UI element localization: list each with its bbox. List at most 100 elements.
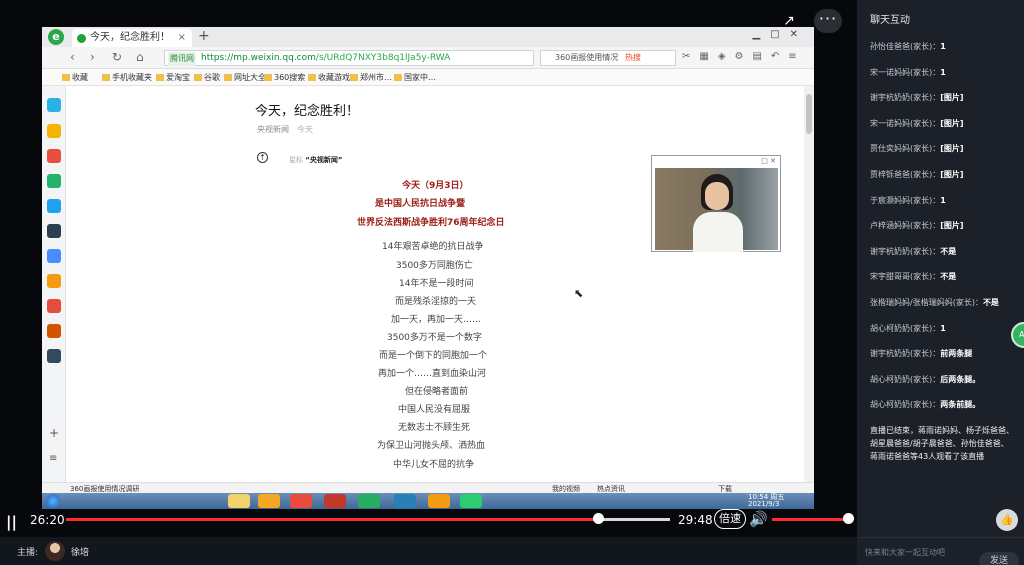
article-line: 为保卫山河抛头颅、洒热血 [377, 441, 486, 451]
chat-user[interactable]: 孙怡佳爸爸(家长)： [870, 42, 940, 51]
app-root: ↗ ··· e 今天，纪念胜利！ × + ▁□✕ ‹ › ↻ ⌂ 腾讯网 htt… [0, 0, 1024, 565]
chat-user[interactable]: 贾梓铄爸爸(家长)： [870, 170, 940, 179]
webcam-controls[interactable]: □ ✕ [652, 156, 780, 166]
bookmark-item[interactable]: 收藏 [62, 72, 88, 83]
presenter [693, 174, 743, 252]
player-controls: || 26:20 29:48 倍速 🔊 [0, 505, 857, 535]
browser-search-box[interactable]: 360画报使用情况 热搜 [540, 50, 676, 66]
sidebar-app-icon[interactable] [47, 174, 61, 188]
chat-user[interactable]: 谢宇杭奶奶(家长)： [870, 349, 940, 358]
browser-tab-title: 今天，纪念胜利！ [90, 32, 170, 43]
chat-user[interactable]: 谢宇杭奶奶(家长)： [870, 93, 940, 102]
chat-user[interactable]: 胡心柯奶奶(家长)： [870, 375, 940, 384]
progress-fill [66, 518, 600, 521]
speed-button[interactable]: 倍速 [714, 509, 746, 529]
video-area[interactable]: ↗ ··· e 今天，纪念胜利！ × + ▁□✕ ‹ › ↻ ⌂ 腾讯网 htt… [0, 0, 857, 537]
volume-bar[interactable] [772, 518, 848, 521]
host-bar: 主播: 徐培 [0, 537, 857, 565]
chat-panel: 聊天互动 孙怡佳爸爸(家长)：1 宋一诺妈妈(家长)：1 谢宇杭奶奶(家长)：[图片… [857, 0, 1024, 565]
refresh-icon[interactable]: ↻ [112, 50, 122, 64]
sidebar-app-icon[interactable] [47, 149, 61, 163]
sidebar-app-icon[interactable] [47, 199, 61, 213]
chat-text: 两条前腿。 [940, 400, 981, 410]
bookmark-item[interactable]: 网址大全 [224, 72, 266, 83]
menu-icon[interactable]: ≡ [49, 453, 57, 464]
browser-tab-bar: e 今天，纪念胜利！ × + ▁□✕ [42, 27, 814, 47]
search-text: 360画报使用情况 [555, 53, 619, 62]
host-label: 主播: [17, 548, 39, 558]
chat-input[interactable]: 快来和大家一起互动吧 [865, 547, 945, 558]
chat-user[interactable]: 宋宇甜哥哥(家长)： [870, 272, 940, 281]
browser-toolbar-icons[interactable]: ✂▦◈⚙▤↶≡ [682, 51, 806, 62]
chat-user[interactable]: 于宸灏妈妈(家长)： [870, 196, 940, 205]
bookmark-item[interactable]: 手机收藏夹 [102, 72, 152, 83]
window-controls[interactable]: ▁□✕ [752, 29, 808, 40]
browser-sidebar: + ≡ [42, 86, 66, 482]
shared-screen: e 今天，纪念胜利！ × + ▁□✕ ‹ › ↻ ⌂ 腾讯网 https://m… [42, 27, 814, 509]
bookmark-item[interactable]: 国家中… [394, 72, 436, 83]
bookmark-item[interactable]: 谷歌 [194, 72, 220, 83]
progress-bar[interactable] [66, 518, 670, 521]
chat-message: 谢宇杭奶奶(家长)：不是 [870, 246, 956, 257]
page-scrollbar[interactable] [804, 86, 814, 482]
sidebar-app-icon[interactable] [47, 299, 61, 313]
pause-icon[interactable]: || [6, 513, 17, 531]
article-line: 3500多万不是一个数字 [387, 333, 482, 343]
chat-message: 宋一诺妈妈(家长)：[图片] [870, 118, 964, 129]
sidebar-app-icon[interactable] [47, 324, 61, 338]
bookmark-item[interactable]: 爱淘宝 [156, 72, 190, 83]
sidebar-app-icon[interactable] [47, 274, 61, 288]
send-button[interactable]: 发送 [979, 552, 1019, 565]
host-name: 徐培 [71, 548, 90, 558]
scroll-thumb[interactable] [806, 94, 812, 134]
webcam-feed [655, 168, 778, 252]
wechat-icon [77, 34, 86, 43]
chat-input-area: 快来和大家一起互动吧 发送 [857, 537, 1024, 565]
up-arrow-icon: ↑ [257, 152, 268, 163]
article-line: 14年不是一段时间 [399, 279, 474, 289]
sidebar-app-icon[interactable] [47, 124, 61, 138]
browser-tab[interactable]: 今天，纪念胜利！ × [72, 29, 192, 47]
forward-icon[interactable]: › [90, 50, 95, 64]
chat-message: 胡心柯奶奶(家长)：1 [870, 323, 946, 334]
back-icon[interactable]: ‹ [70, 50, 75, 64]
chat-user[interactable]: 谢宇杭奶奶(家长)： [870, 247, 940, 256]
chat-user[interactable]: 卢梓涵妈妈(家长)： [870, 221, 940, 230]
chat-message: 胡心柯奶奶(家长)：两条前腿。 [870, 399, 980, 410]
chat-user[interactable]: 胡心柯奶奶(家长)： [870, 324, 940, 333]
webcam-window[interactable]: □ ✕ [651, 155, 781, 252]
bookmark-item[interactable]: 收藏游戏 [308, 72, 350, 83]
sidebar-app-icon[interactable] [47, 349, 61, 363]
more-options-icon[interactable]: ··· [814, 9, 842, 33]
chat-text: [图片] [940, 221, 964, 231]
chat-user[interactable]: 宋一诺妈妈(家长)： [870, 119, 940, 128]
like-icon[interactable]: 👍 [996, 509, 1018, 531]
chat-user[interactable]: 贾仕奕妈妈(家长)： [870, 144, 940, 153]
bookmark-item[interactable]: 郑州市… [350, 72, 392, 83]
bookmark-item[interactable]: 360搜索 [264, 72, 305, 83]
host-avatar[interactable] [45, 541, 65, 561]
chat-user[interactable]: 宋一诺妈妈(家长)： [870, 68, 940, 77]
chat-message: 谢宇杭奶奶(家长)：[图片] [870, 92, 964, 103]
mouse-cursor-icon: ⬉ [574, 287, 584, 300]
chat-message: 宋一诺妈妈(家长)：1 [870, 67, 946, 78]
article-line: 而是残杀淫掠的一天 [395, 297, 477, 307]
sidebar-app-icon[interactable] [47, 249, 61, 263]
volume-handle[interactable] [843, 513, 854, 524]
article-source[interactable]: 央视新闻 [257, 125, 289, 134]
chat-text: 1 [940, 323, 946, 333]
close-tab-icon[interactable]: × [178, 29, 186, 47]
chat-message: 于宸灏妈妈(家长)：1 [870, 195, 946, 206]
progress-handle[interactable] [593, 513, 604, 524]
add-icon[interactable]: + [49, 426, 59, 440]
address-bar[interactable]: 腾讯网 https://mp.weixin.qq.com/s/URdQ7NXY3… [164, 50, 534, 66]
new-tab-icon[interactable]: + [198, 28, 210, 44]
volume-icon[interactable]: 🔊 [749, 510, 768, 528]
home-icon[interactable]: ⌂ [136, 50, 144, 64]
chat-text: [图片] [940, 118, 964, 128]
chat-user[interactable]: 胡心柯奶奶(家长)： [870, 400, 940, 409]
sidebar-app-icon[interactable] [47, 224, 61, 238]
chat-user[interactable]: 张楷瑞妈妈/张楷瑞妈妈(家长)： [870, 298, 983, 307]
sidebar-app-icon[interactable] [47, 98, 61, 112]
chat-text: 不是 [982, 298, 999, 307]
